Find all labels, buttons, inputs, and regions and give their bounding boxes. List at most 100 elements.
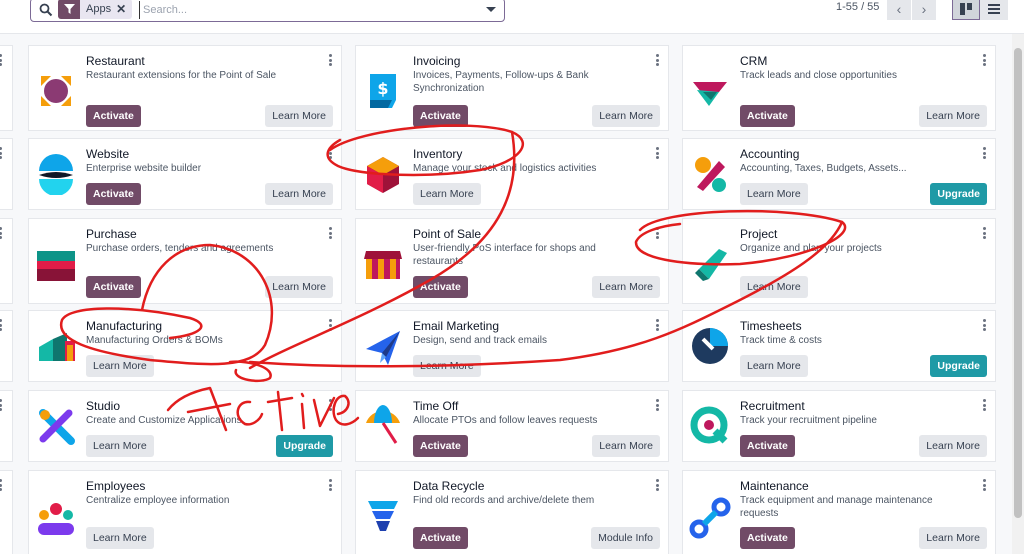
- learn-more-button[interactable]: Learn More: [265, 276, 333, 298]
- learn-more-button[interactable]: Learn More: [740, 276, 808, 298]
- app-description: Track time & costs: [740, 335, 822, 346]
- app-card-studio: Studio Create and Customize Applications…: [28, 390, 342, 462]
- pager-previous-button[interactable]: ‹: [887, 0, 911, 20]
- list-icon: [988, 4, 1000, 14]
- card-menu-icon[interactable]: [983, 147, 986, 159]
- learn-more-button[interactable]: Learn More: [740, 355, 808, 377]
- search-bar[interactable]: Apps ✕: [30, 0, 505, 22]
- learn-more-button[interactable]: Learn More: [86, 355, 154, 377]
- learn-more-button[interactable]: Learn More: [413, 183, 481, 205]
- app-description: Accounting, Taxes, Budgets, Assets...: [740, 163, 907, 174]
- search-options-toggle[interactable]: [486, 7, 496, 12]
- app-name: Time Off: [413, 399, 459, 413]
- upgrade-button[interactable]: Upgrade: [276, 435, 333, 457]
- card-menu-icon[interactable]: [329, 54, 332, 66]
- card-menu-icon[interactable]: [0, 147, 2, 159]
- learn-more-button[interactable]: Learn More: [413, 355, 481, 377]
- card-menu-icon[interactable]: [0, 479, 2, 491]
- app-card-partial: [0, 390, 13, 462]
- app-card-timesheets: Timesheets Track time & costs Learn More…: [682, 310, 996, 382]
- card-menu-icon[interactable]: [983, 54, 986, 66]
- search-input[interactable]: [139, 1, 469, 19]
- card-menu-icon[interactable]: [983, 399, 986, 411]
- inventory-icon: [367, 157, 399, 193]
- app-description: Create and Customize Applications: [86, 415, 242, 426]
- search-icon[interactable]: [39, 3, 53, 17]
- card-menu-icon[interactable]: [983, 227, 986, 239]
- app-description: Allocate PTOs and follow leaves requests: [413, 415, 598, 426]
- card-menu-icon[interactable]: [656, 319, 659, 331]
- time-off-icon: [366, 405, 400, 444]
- scrollbar-thumb[interactable]: [1014, 48, 1022, 518]
- app-description: User-friendly PoS interface for shops an…: [413, 243, 596, 267]
- app-description: Organize and plan your projects: [740, 243, 882, 254]
- card-menu-icon[interactable]: [0, 54, 2, 66]
- learn-more-button[interactable]: Learn More: [86, 435, 154, 457]
- card-menu-icon[interactable]: [329, 399, 332, 411]
- card-menu-icon[interactable]: [656, 227, 659, 239]
- app-name: Restaurant: [86, 54, 145, 68]
- activate-button[interactable]: Activate: [740, 435, 795, 457]
- learn-more-button[interactable]: Learn More: [86, 527, 154, 549]
- kanban-view-button[interactable]: [952, 0, 980, 20]
- activate-button[interactable]: Activate: [413, 527, 468, 549]
- card-menu-icon[interactable]: [656, 54, 659, 66]
- activate-button[interactable]: Activate: [86, 105, 141, 127]
- activate-button[interactable]: Activate: [413, 276, 468, 298]
- crm-icon: [693, 82, 727, 106]
- learn-more-button[interactable]: Learn More: [592, 105, 660, 127]
- app-description: Enterprise website builder: [86, 163, 202, 174]
- activate-button[interactable]: Activate: [413, 105, 468, 127]
- card-menu-icon[interactable]: [329, 227, 332, 239]
- card-menu-icon[interactable]: [983, 479, 986, 491]
- remove-facet-button[interactable]: ✕: [116, 2, 132, 16]
- app-card-accounting: Accounting Accounting, Taxes, Budgets, A…: [682, 138, 996, 210]
- card-menu-icon[interactable]: [0, 319, 2, 331]
- list-view-button[interactable]: [980, 0, 1008, 20]
- learn-more-button[interactable]: Learn More: [919, 435, 987, 457]
- app-card-project: Project Organize and plan your projects …: [682, 218, 996, 304]
- activate-button[interactable]: Activate: [86, 276, 141, 298]
- activate-button[interactable]: Activate: [413, 435, 468, 457]
- upgrade-button[interactable]: Upgrade: [930, 355, 987, 377]
- learn-more-button[interactable]: Learn More: [592, 276, 660, 298]
- activate-button[interactable]: Activate: [86, 183, 141, 205]
- card-menu-icon[interactable]: [656, 147, 659, 159]
- app-name: Email Marketing: [413, 319, 500, 333]
- learn-more-button[interactable]: Learn More: [740, 183, 808, 205]
- app-description: Find old records and archive/delete them: [413, 495, 595, 506]
- page-scrollbar[interactable]: [1012, 34, 1024, 554]
- module-info-button[interactable]: Module Info: [591, 527, 660, 549]
- learn-more-button[interactable]: Learn More: [919, 527, 987, 549]
- card-menu-icon[interactable]: [329, 479, 332, 491]
- card-menu-icon[interactable]: [983, 319, 986, 331]
- app-description: Manage your stock and logistics activiti…: [413, 163, 597, 174]
- app-card-recruitment: Recruitment Track your recruitment pipel…: [682, 390, 996, 462]
- app-description: Design, send and track emails: [413, 335, 547, 346]
- employees-icon: [38, 503, 74, 535]
- learn-more-button[interactable]: Learn More: [265, 105, 333, 127]
- pager-value[interactable]: 1-55 / 55: [836, 1, 879, 13]
- activate-button[interactable]: Activate: [740, 105, 795, 127]
- search-facet-apps: Apps ✕: [58, 0, 133, 19]
- app-card-employees: Employees Centralize employee informatio…: [28, 470, 342, 554]
- app-description: Track your recruitment pipeline: [740, 415, 877, 426]
- data-recycle-icon: [368, 501, 398, 531]
- card-menu-icon[interactable]: [0, 399, 2, 411]
- app-card-partial: [0, 310, 13, 382]
- learn-more-button[interactable]: Learn More: [592, 435, 660, 457]
- learn-more-button[interactable]: Learn More: [919, 105, 987, 127]
- card-menu-icon[interactable]: [0, 227, 2, 239]
- activate-button[interactable]: Activate: [740, 527, 795, 549]
- card-menu-icon[interactable]: [656, 399, 659, 411]
- learn-more-button[interactable]: Learn More: [265, 183, 333, 205]
- card-menu-icon[interactable]: [329, 147, 332, 159]
- app-name: Manufacturing: [86, 319, 163, 333]
- app-name: Point of Sale: [413, 227, 482, 241]
- card-menu-icon[interactable]: [656, 479, 659, 491]
- app-card-email-marketing: Email Marketing Design, send and track e…: [355, 310, 669, 382]
- pager-next-button[interactable]: ›: [912, 0, 936, 20]
- card-menu-icon[interactable]: [329, 319, 332, 331]
- upgrade-button[interactable]: Upgrade: [930, 183, 987, 205]
- app-card-partial: [0, 138, 13, 210]
